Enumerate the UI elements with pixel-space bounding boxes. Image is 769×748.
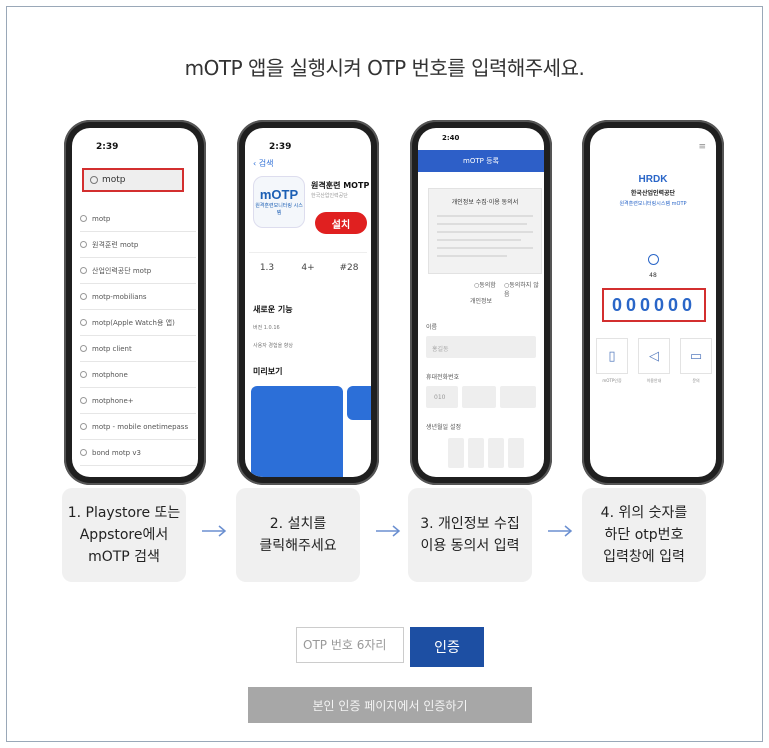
search-icon	[90, 176, 98, 184]
search-icon	[80, 423, 87, 430]
phone-icon: ▯	[596, 338, 628, 374]
arrow-right-icon	[376, 525, 401, 537]
search-icon	[80, 345, 87, 352]
phone-step4-image: ≡ HRDK 한국산업인력공단 원격훈련모니터링시스템 mOTP 48 0000…	[582, 120, 724, 485]
tool-row: ▯ ◁ ▭	[596, 338, 712, 374]
app-icon: mOTP 원격훈련모니터링 시스템	[253, 176, 305, 228]
menu-icon: ≡	[698, 142, 706, 152]
stat-rank: #28	[339, 263, 359, 273]
name-label: 이름	[426, 324, 438, 331]
status-time: 2:39	[96, 142, 119, 152]
suggestion-item: motp client	[80, 336, 196, 362]
chat-icon: ▭	[680, 338, 712, 374]
search-icon	[80, 293, 87, 300]
suggestion-item: 산업인력공단 motp	[80, 258, 196, 284]
new-features-title: 새로운 기능	[253, 305, 293, 314]
phone-step1-image: 2:39 motp motp 원격훈련 motp 산업인력공단 motp mot…	[64, 120, 206, 485]
suggestion-item: bond motp v3	[80, 440, 196, 466]
new-features-note: 사용자 경험을 향상	[253, 343, 293, 349]
preview-image	[251, 386, 343, 477]
search-icon	[80, 319, 87, 326]
phone-screen: 2:39 ‹ 검색 mOTP 원격훈련모니터링 시스템 원격훈련 MOTP 한국…	[245, 128, 371, 477]
search-query: motp	[102, 175, 126, 185]
suggestion-list: motp 원격훈련 motp 산업인력공단 motp motp-mobilian…	[80, 206, 196, 466]
stat-age: 4+	[301, 263, 315, 273]
phone-step2-image: 2:39 ‹ 검색 mOTP 원격훈련모니터링 시스템 원격훈련 MOTP 한국…	[237, 120, 379, 485]
suggestion-item: motp - mobile onetimepass	[80, 414, 196, 440]
verify-button[interactable]: 인증	[410, 627, 484, 667]
app-icon-text: mOTP	[259, 187, 299, 202]
agree-option: ○동의함	[474, 282, 496, 289]
suggestion-item: motp	[80, 206, 196, 232]
phone-screen: ≡ HRDK 한국산업인력공단 원격훈련모니터링시스템 mOTP 48 0000…	[590, 128, 716, 477]
app-name: 원격훈련 MOTP	[311, 181, 370, 190]
phone-end-field	[500, 386, 536, 408]
identity-verify-page-button[interactable]: 본인 인증 페이지에서 인증하기	[248, 687, 532, 723]
org-name: 한국산업인력공단	[630, 190, 676, 197]
search-icon	[80, 215, 87, 222]
new-features-version: 버전 1.0.16	[253, 325, 280, 331]
section-title: 개인정보	[469, 298, 493, 305]
step-card-2: 2. 설치를 클릭해주세요	[236, 488, 360, 582]
search-icon	[80, 267, 87, 274]
search-icon	[80, 397, 87, 404]
name-field: 홍길동	[426, 336, 536, 358]
timer-seconds: 48	[649, 272, 657, 279]
suggestion-item: 원격훈련 motp	[80, 232, 196, 258]
page-title: mOTP 앱을 실행시켜 OTP 번호를 입력해주세요.	[184, 56, 585, 80]
step-card-4: 4. 위의 숫자를 하단 otp번호 입력창에 입력	[582, 488, 706, 582]
phone-prefix-field: 010	[426, 386, 458, 408]
consent-box: 개인정보 수집·이용 동의서	[428, 188, 542, 274]
install-button: 설치	[315, 212, 367, 234]
status-time: 2:40	[442, 134, 460, 142]
search-icon	[80, 371, 87, 378]
hrdk-logo: HRDK	[638, 174, 668, 185]
back-link: ‹ 검색	[253, 159, 274, 168]
step-card-3: 3. 개인정보 수집 이용 동의서 입력	[408, 488, 532, 582]
phone-screen: 2:39 motp motp 원격훈련 motp 산업인력공단 motp mot…	[72, 128, 198, 477]
app-header: mOTP 등록	[418, 150, 544, 172]
otp-number: 000000	[611, 294, 697, 315]
otp-display: 000000	[602, 288, 706, 322]
arrow-right-icon	[548, 525, 573, 537]
system-name: 원격훈련모니터링시스템 mOTP	[619, 201, 687, 207]
search-field: motp	[82, 168, 184, 192]
status-time: 2:39	[269, 142, 292, 152]
megaphone-icon: ◁	[638, 338, 670, 374]
app-publisher: 한국산업인력공단	[311, 193, 348, 199]
phone-label: 휴대전화번호	[426, 374, 460, 381]
suggestion-item: motphone+	[80, 388, 196, 414]
app-stats: 1.3 4+ #28	[249, 252, 367, 273]
timer-icon	[648, 254, 659, 265]
consent-title: 개인정보 수집·이용 동의서	[451, 199, 519, 206]
search-icon	[80, 241, 87, 248]
search-icon	[80, 449, 87, 456]
preview-image	[347, 386, 371, 420]
phone-step3-image: 2:40 mOTP 등록 개인정보 수집·이용 동의서 ○동의함 ○동의하지 않…	[410, 120, 552, 485]
otp-input[interactable]	[296, 627, 404, 663]
phone-screen: 2:40 mOTP 등록 개인정보 수집·이용 동의서 ○동의함 ○동의하지 않…	[418, 128, 544, 477]
suggestion-item: motp-mobilians	[80, 284, 196, 310]
phone-mid-field	[462, 386, 496, 408]
suggestion-item: motphone	[80, 362, 196, 388]
step-card-1: 1. Playstore 또는 Appstore에서 mOTP 검색	[62, 488, 186, 582]
preview-title: 미리보기	[253, 367, 283, 376]
arrow-right-icon	[202, 525, 227, 537]
birth-label: 생년월일 설정	[426, 424, 462, 431]
suggestion-item: motp(Apple Watch용 앱)	[80, 310, 196, 336]
app-icon-sub: 원격훈련모니터링 시스템	[255, 203, 303, 216]
stat-rating: 1.3	[259, 263, 275, 273]
tool-labels: mOTP인증 이용안내 문의	[602, 378, 700, 383]
